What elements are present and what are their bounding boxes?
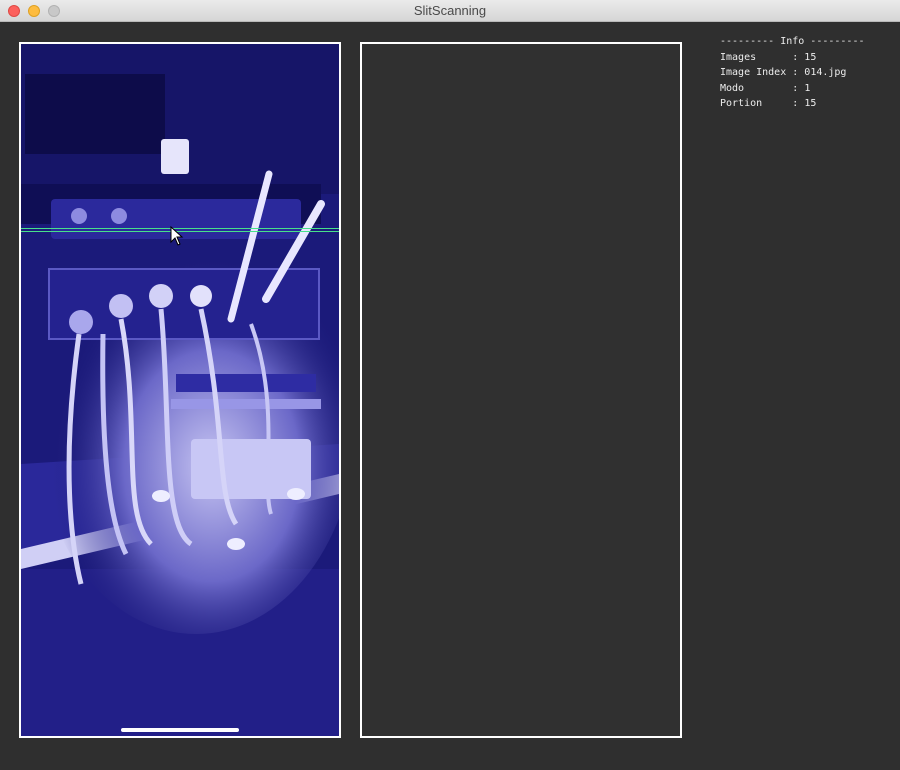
info-panel: --------- Info --------- Images : 15 Image… [720,34,865,112]
window-title: SlitScanning [413,3,487,18]
source-image-panel[interactable] [19,42,341,738]
info-label: Modo [720,82,745,94]
info-row-modo: Modo : 1 [720,82,811,94]
info-value: 15 [804,51,817,63]
mouse-pointer-icon [170,226,184,246]
info-value: 1 [804,82,811,94]
slit-scan-output-panel [360,42,682,738]
info-label: Images [720,51,757,63]
info-row-portion: Portion : 15 [720,98,817,109]
info-header: --------- Info --------- [720,36,865,47]
title-bar: SlitScanning [0,0,900,22]
dental-unit-photo [21,44,339,736]
info-row-image-index: Image Index : 014.jpg [720,67,847,78]
info-label: Image Index [720,67,787,78]
info-value: 014.jpg [804,67,847,78]
info-value: 15 [804,98,817,109]
info-label: Portion [720,98,763,109]
info-row-images: Images : 15 [720,51,817,63]
